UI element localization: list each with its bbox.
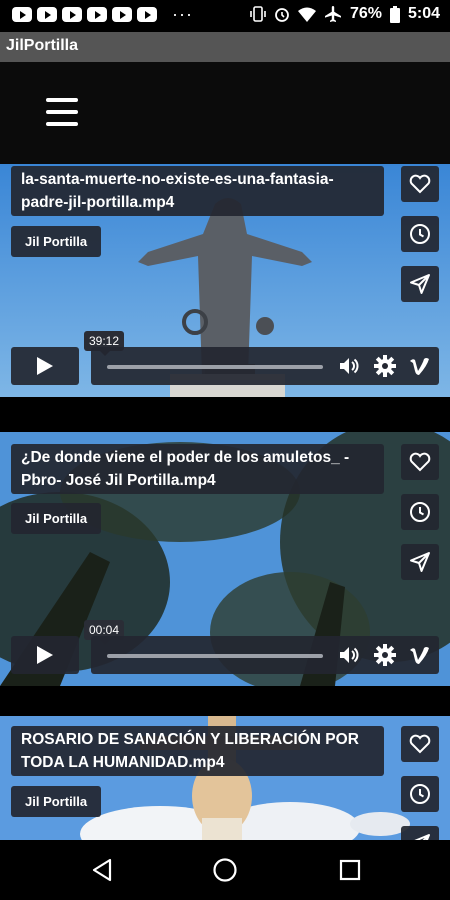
home-icon[interactable]	[209, 854, 241, 886]
alarm-icon	[274, 6, 290, 22]
youtube-icon	[37, 7, 57, 22]
video-author[interactable]: Jil Portilla	[11, 786, 102, 817]
like-button[interactable]	[401, 726, 439, 762]
settings-gear-icon[interactable]	[374, 355, 396, 377]
watch-later-button[interactable]	[401, 494, 439, 530]
play-button[interactable]	[11, 347, 79, 385]
video-author[interactable]: Jil Portilla	[11, 226, 102, 257]
like-button[interactable]	[401, 444, 439, 480]
like-button[interactable]	[401, 166, 439, 202]
youtube-icon	[62, 7, 82, 22]
back-icon[interactable]	[86, 854, 118, 886]
youtube-icon	[87, 7, 107, 22]
vimeo-icon[interactable]	[409, 355, 431, 377]
video-card[interactable]: ROSARIO DE SANACIÓN Y LIBERACIÓN POR TOD…	[0, 716, 450, 840]
video-card[interactable]: ¿De donde viene el poder de los amuletos…	[0, 432, 450, 686]
video-title[interactable]: ROSARIO DE SANACIÓN Y LIBERACIÓN POR TOD…	[11, 726, 384, 776]
recents-icon[interactable]	[334, 854, 366, 886]
clock-icon	[410, 502, 430, 522]
share-button[interactable]	[401, 266, 439, 302]
vibrate-icon	[250, 6, 266, 22]
play-button[interactable]	[11, 636, 79, 674]
youtube-icon	[137, 7, 157, 22]
share-button[interactable]	[401, 826, 439, 840]
battery-level: 76%	[349, 5, 382, 22]
send-icon	[414, 834, 430, 840]
video-card[interactable]: la-santa-muerte-no-existe-es-una-fantasi…	[0, 164, 450, 397]
app-title-bar: JilPortilla	[0, 32, 450, 62]
youtube-icon	[112, 7, 132, 22]
wifi-icon	[297, 7, 316, 22]
video-controls	[91, 347, 439, 385]
heart-icon	[409, 452, 431, 472]
battery-icon	[389, 5, 400, 23]
send-icon	[410, 552, 430, 572]
vimeo-icon[interactable]	[409, 644, 431, 666]
volume-icon[interactable]	[338, 355, 360, 377]
app-header	[0, 62, 450, 164]
play-icon	[37, 357, 53, 375]
status-bar: ··· 76% 5:04	[0, 0, 450, 32]
video-controls	[91, 636, 439, 674]
clock-icon	[410, 784, 430, 804]
progress-bar[interactable]	[107, 365, 323, 369]
more-notifications-icon: ···	[172, 4, 193, 24]
clock: 5:04	[407, 5, 440, 22]
heart-icon	[409, 734, 431, 754]
video-title[interactable]: ¿De donde viene el poder de los amuletos…	[11, 444, 384, 494]
clock-icon	[410, 224, 430, 244]
airplane-icon	[324, 5, 342, 23]
progress-bar[interactable]	[107, 654, 323, 658]
watch-later-button[interactable]	[401, 776, 439, 812]
app-title: JilPortilla	[6, 37, 79, 54]
settings-gear-icon[interactable]	[374, 644, 396, 666]
navigation-bar	[0, 840, 450, 900]
volume-icon[interactable]	[338, 644, 360, 666]
heart-icon	[409, 174, 431, 194]
watch-later-button[interactable]	[401, 216, 439, 252]
video-title[interactable]: la-santa-muerte-no-existe-es-una-fantasi…	[11, 166, 384, 216]
youtube-icon	[12, 7, 32, 22]
play-icon	[37, 646, 53, 664]
video-author[interactable]: Jil Portilla	[11, 503, 102, 534]
menu-icon[interactable]	[46, 98, 78, 126]
share-button[interactable]	[401, 544, 439, 580]
notification-icons	[12, 7, 157, 22]
send-icon	[410, 274, 430, 294]
